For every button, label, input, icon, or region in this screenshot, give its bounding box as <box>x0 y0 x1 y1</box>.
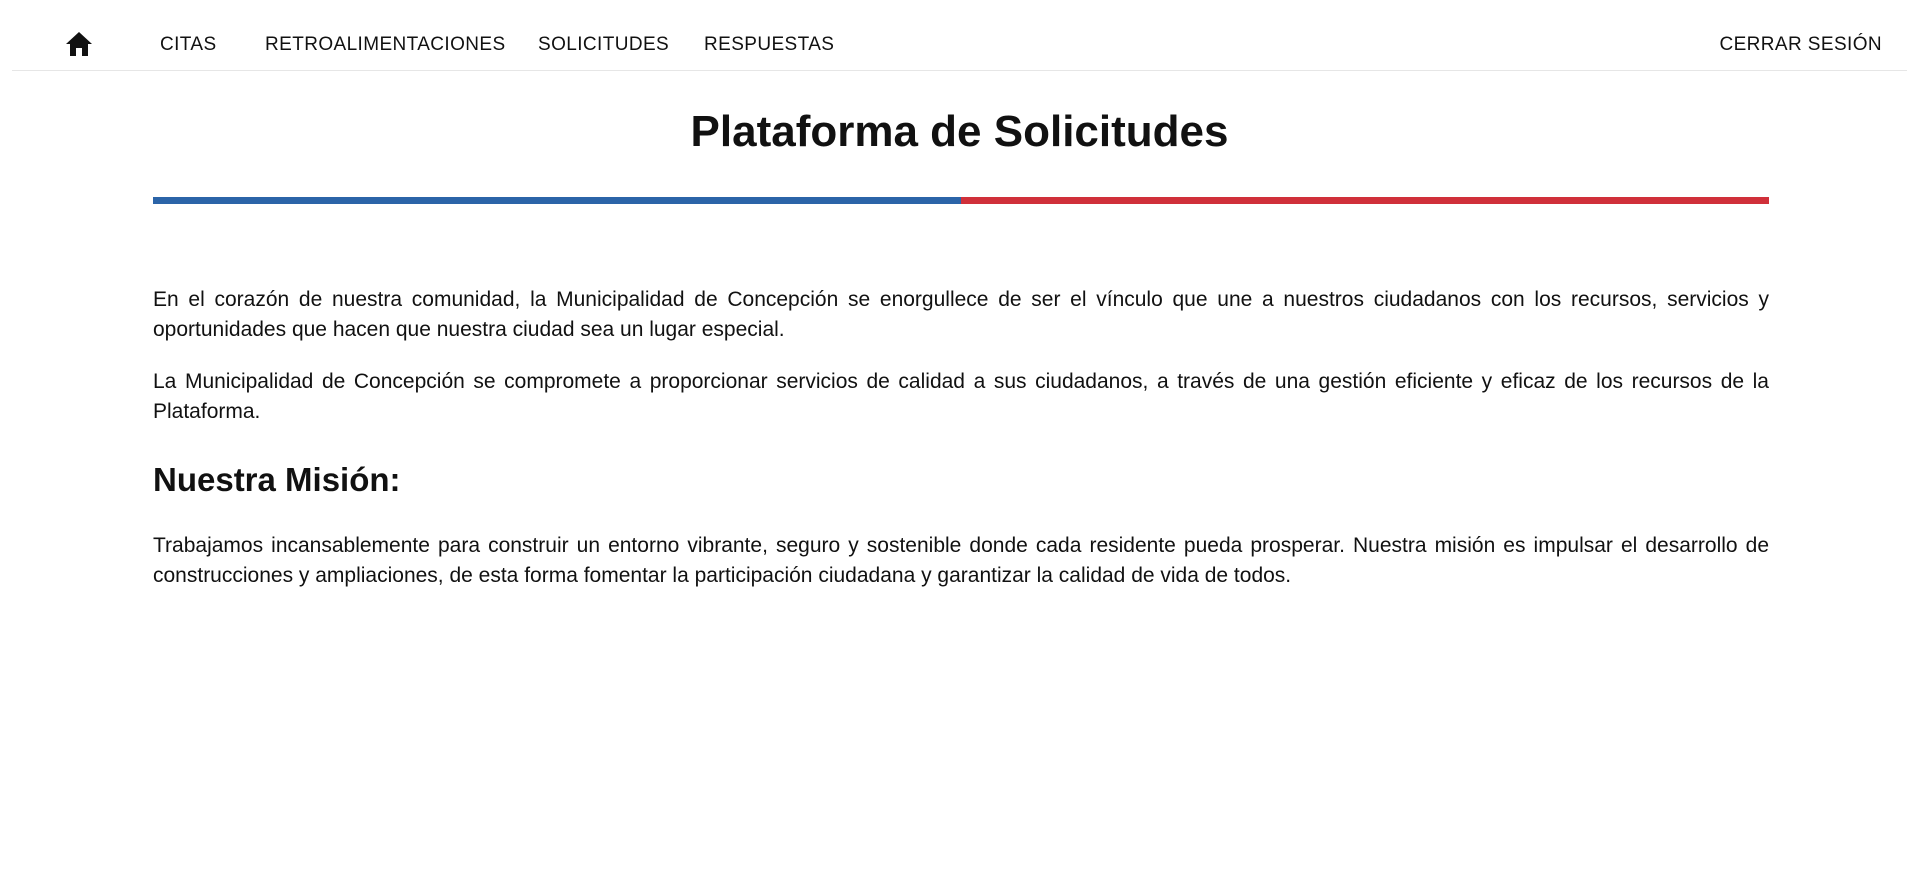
mission-paragraph: Trabajamos incansablemente para construi… <box>153 534 1769 587</box>
intro-paragraph: En el corazón de nuestra comunidad, la M… <box>153 288 1769 341</box>
divider-red-segment <box>961 197 1769 204</box>
title-divider <box>153 197 1769 204</box>
home-icon <box>66 32 92 56</box>
nav-item-citas[interactable]: CITAS <box>160 34 217 56</box>
page-title: Plataforma de Solicitudes <box>690 107 1229 156</box>
nav-item-solicitudes[interactable]: SOLICITUDES <box>538 34 669 56</box>
mission-heading: Nuestra Misión: <box>153 461 401 498</box>
divider-blue-segment <box>153 197 961 204</box>
logout-button[interactable]: CERRAR SESIÓN <box>1719 34 1882 56</box>
commitment-paragraph: La Municipalidad de Concepción se compro… <box>153 370 1769 423</box>
nav-item-retroalimentaciones[interactable]: RETROALIMENTACIONES <box>265 34 506 56</box>
nav-item-respuestas[interactable]: RESPUESTAS <box>704 34 834 56</box>
top-navbar: CITAS RETROALIMENTACIONES SOLICITUDES RE… <box>12 0 1907 71</box>
main-content: En el corazón de nuestra comunidad, la M… <box>153 285 1769 591</box>
home-button[interactable] <box>62 27 96 61</box>
